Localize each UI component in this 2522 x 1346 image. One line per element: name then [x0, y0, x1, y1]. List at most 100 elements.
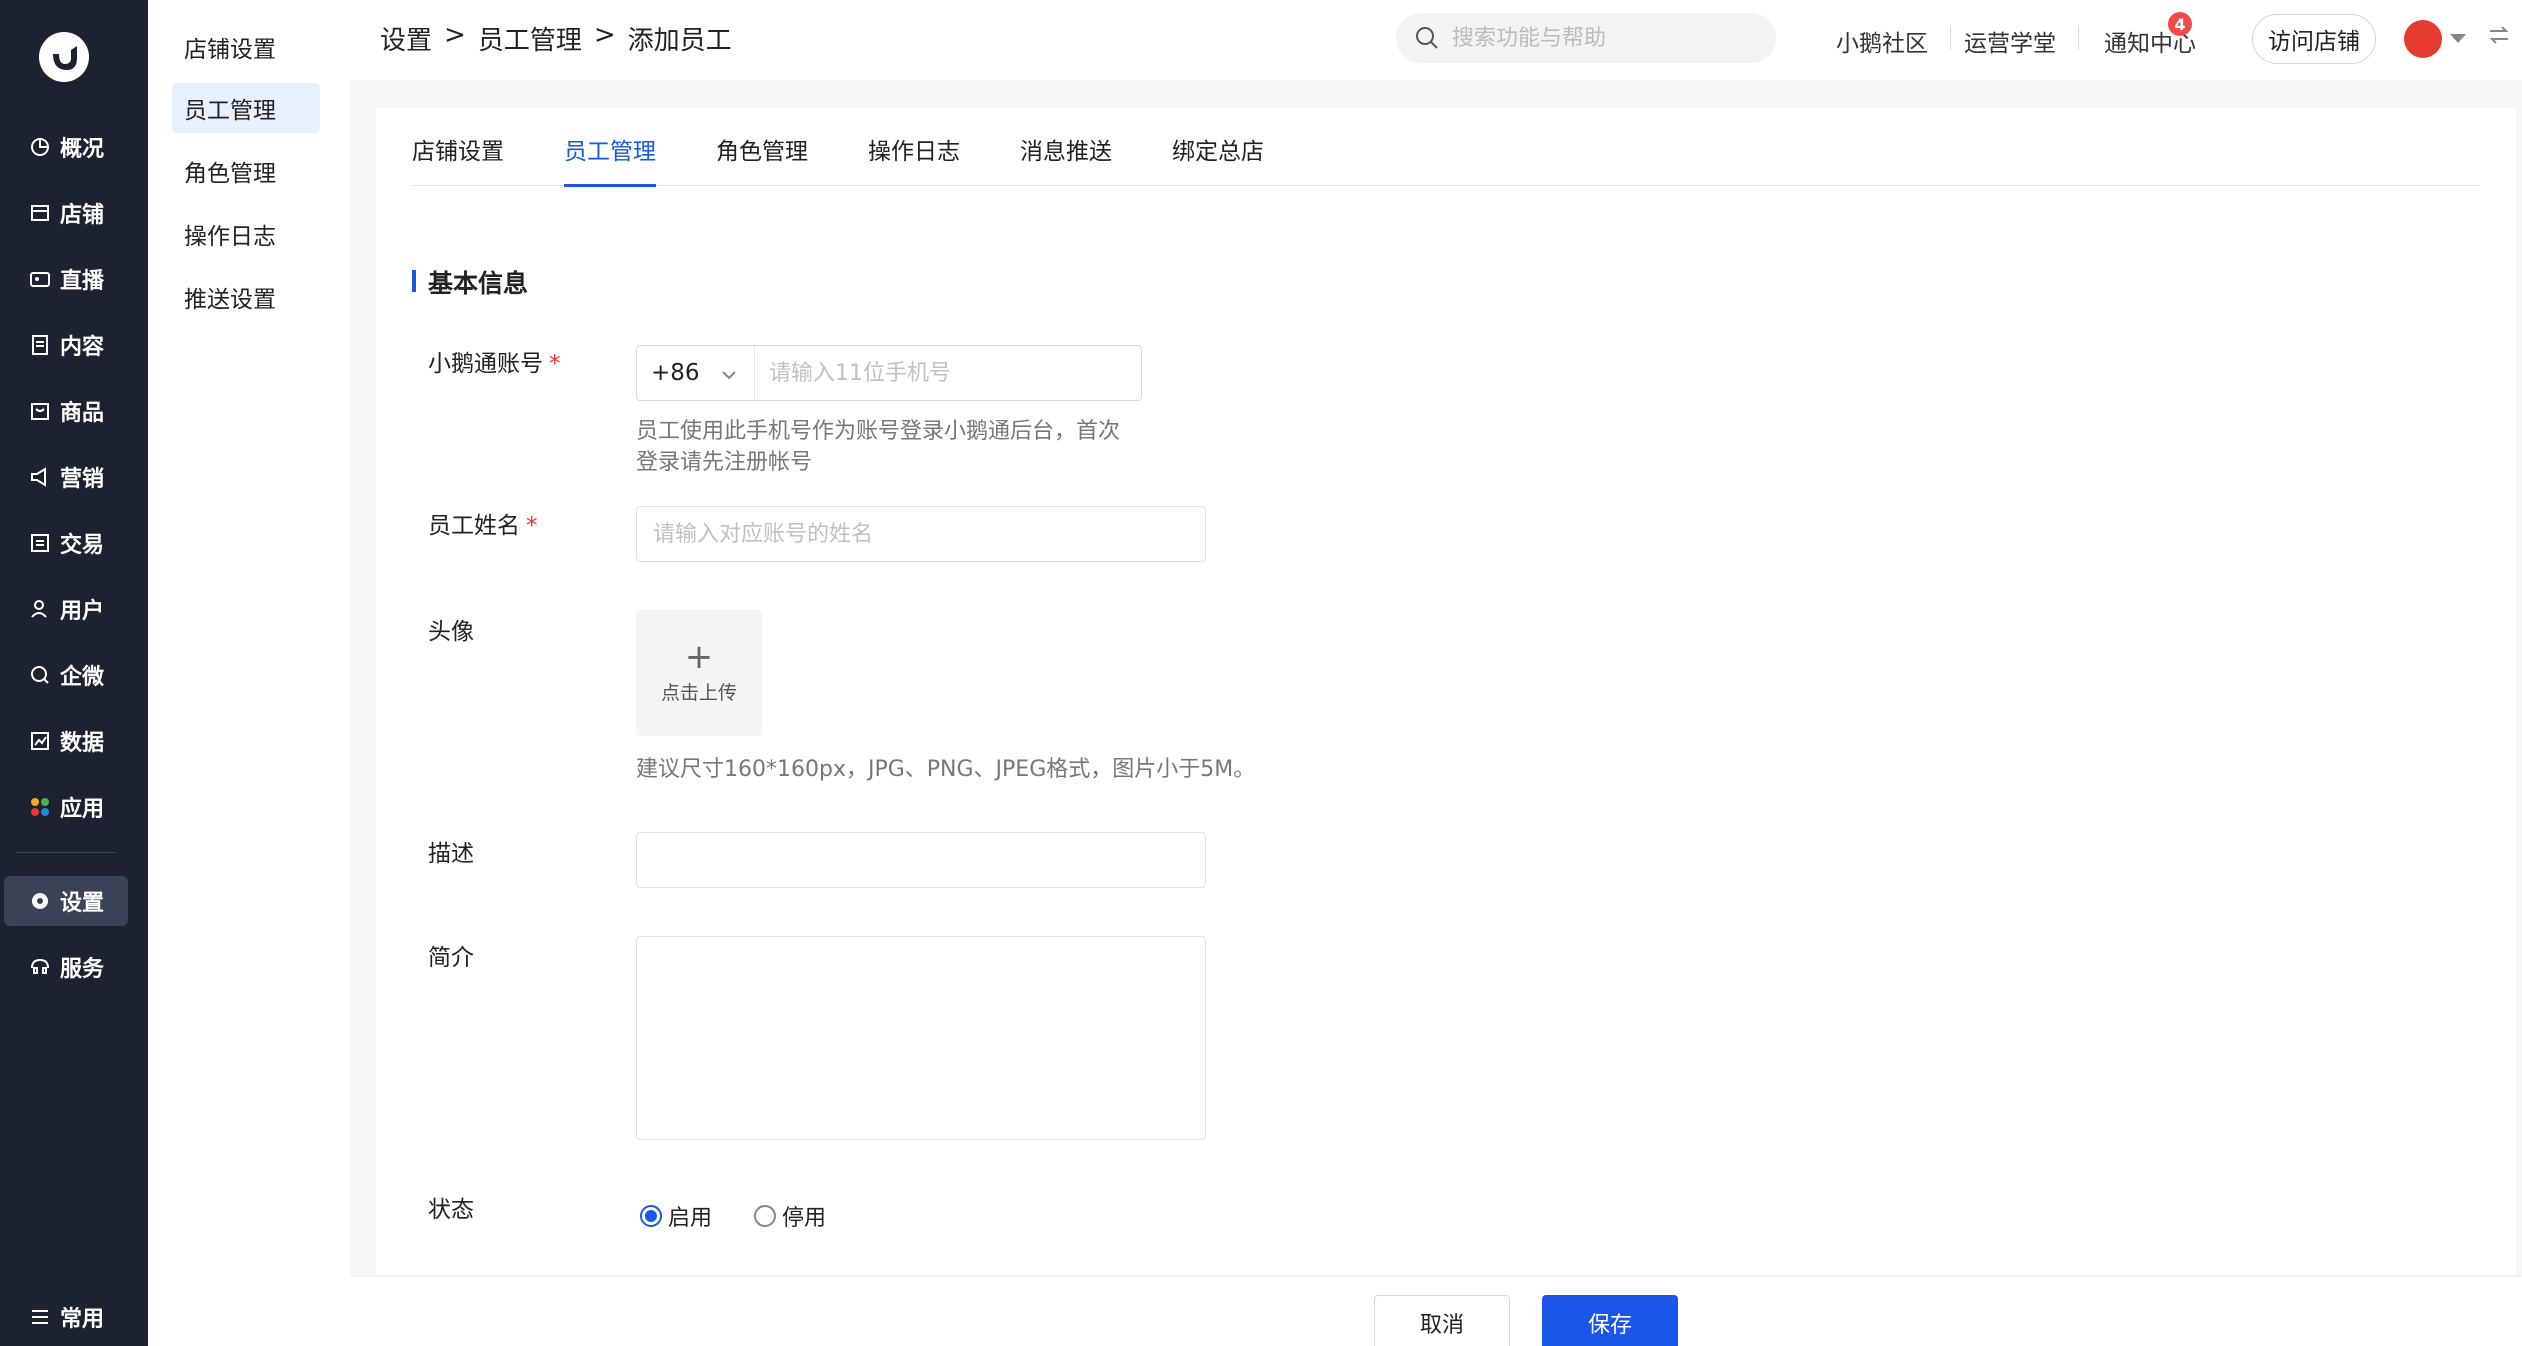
nav-item-label: 店铺	[60, 203, 105, 228]
nav-item-favorites[interactable]: 常用	[4, 1292, 128, 1342]
switch-icon[interactable]	[2486, 22, 2512, 48]
account-label: 小鹅通账号 *	[428, 344, 561, 378]
nav-item-service[interactable]: 服务	[4, 942, 128, 992]
user-icon	[28, 597, 52, 621]
service-icon	[28, 955, 52, 979]
intro-label: 简介	[428, 945, 474, 971]
nav-item-marketing[interactable]: 营销	[4, 452, 128, 502]
overview-icon	[28, 135, 52, 159]
name-input[interactable]	[636, 506, 1206, 562]
logo-icon[interactable]	[39, 32, 89, 82]
nav-item-goods[interactable]: 商品	[4, 386, 128, 436]
subnav-item-store-settings[interactable]: 店铺设置	[172, 22, 320, 72]
breadcrumb-current: 添加员工	[627, 26, 732, 56]
secondary-sidebar: 店铺设置 员工管理 角色管理 操作日志 推送设置	[148, 0, 350, 1346]
footer-bar: 取消 保存	[350, 1276, 2522, 1346]
upload-text: 点击上传	[660, 681, 737, 704]
breadcrumb-separator: >	[593, 20, 616, 50]
top-header: 设置 > 员工管理 > 添加员工 小鹅社区 运营学堂 通知中心 4 访问店铺	[350, 0, 2522, 80]
gear-icon	[28, 889, 52, 913]
chevron-down-icon	[720, 364, 738, 390]
section-title: 基本信息	[412, 264, 528, 300]
notification-badge: 4	[2168, 12, 2192, 36]
chevron-down-icon[interactable]	[2450, 34, 2466, 43]
nav-item-label: 服务	[60, 957, 105, 982]
country-code-select[interactable]: +86	[637, 346, 755, 400]
subnav-item-staff[interactable]: 员工管理	[172, 83, 320, 133]
search-box	[1396, 13, 1776, 63]
content-icon	[28, 333, 52, 357]
save-button[interactable]: 保存	[1542, 1295, 1678, 1346]
tab-push[interactable]: 消息推送	[1020, 132, 1112, 184]
nav-divider	[16, 852, 116, 853]
store-icon	[28, 201, 52, 225]
breadcrumb-staff[interactable]: 员工管理	[478, 20, 582, 57]
nav-item-label: 商品	[60, 401, 105, 426]
cancel-button[interactable]: 取消	[1374, 1295, 1510, 1346]
nav-item-label: 直播	[60, 269, 105, 294]
required-mark: *	[526, 513, 538, 539]
nav-item-wecom[interactable]: 企微	[4, 650, 128, 700]
wecom-icon	[28, 663, 52, 687]
nav-item-overview[interactable]: 概况	[4, 122, 128, 172]
avatar[interactable]	[2404, 20, 2442, 58]
tab-bar: 店铺设置 员工管理 角色管理 操作日志 消息推送 绑定总店	[412, 108, 2480, 187]
tab-store-settings[interactable]: 店铺设置	[412, 132, 504, 184]
intro-textarea[interactable]	[636, 936, 1206, 1140]
nav-item-label: 企微	[60, 665, 105, 690]
status-enabled-radio[interactable]: 启用	[640, 1200, 712, 1232]
nav-item-label: 内容	[60, 335, 105, 360]
nav-item-store[interactable]: 店铺	[4, 188, 128, 238]
community-link[interactable]: 小鹅社区	[1836, 24, 1928, 58]
primary-nav: 概况 店铺 直播 内容 商品 营销 交易 用户 企微 数据 应用 设置 服务 常…	[0, 0, 148, 1346]
tab-logs[interactable]: 操作日志	[868, 132, 960, 184]
header-divider	[1950, 26, 1951, 50]
nav-item-data[interactable]: 数据	[4, 716, 128, 766]
avatar-hint: 建议尺寸160*160px，JPG、PNG、JPEG格式，图片小于5M。	[636, 757, 1256, 782]
nav-item-trade[interactable]: 交易	[4, 518, 128, 568]
avatar-upload-button[interactable]: + 点击上传	[636, 610, 762, 736]
country-code-value: +86	[651, 360, 700, 386]
search-input[interactable]	[1452, 25, 1752, 51]
radio-label: 停用	[782, 1206, 827, 1231]
subnav-item-roles[interactable]: 角色管理	[172, 146, 320, 196]
nav-item-label: 常用	[60, 1307, 105, 1332]
radio-label: 启用	[668, 1206, 713, 1231]
visit-store-button[interactable]: 访问店铺	[2252, 14, 2376, 64]
subnav-item-logs[interactable]: 操作日志	[172, 209, 320, 259]
name-label-text: 员工姓名	[428, 513, 520, 539]
description-label: 描述	[428, 841, 474, 867]
breadcrumb-separator: >	[444, 20, 466, 50]
main-card: 店铺设置 员工管理 角色管理 操作日志 消息推送 绑定总店 基本信息 小鹅通账号…	[376, 108, 2516, 1274]
marketing-icon	[28, 465, 52, 489]
status-disabled-radio[interactable]: 停用	[754, 1200, 826, 1232]
tab-bind-hq[interactable]: 绑定总店	[1172, 132, 1264, 184]
nav-item-label: 应用	[60, 797, 105, 822]
account-hint-line: 员工使用此手机号作为账号登录小鹅通后台，首次	[636, 419, 1121, 444]
breadcrumb-settings[interactable]: 设置	[380, 20, 432, 57]
live-icon	[28, 267, 52, 291]
tab-roles[interactable]: 角色管理	[716, 132, 808, 184]
radio-checked-icon	[640, 1205, 662, 1227]
phone-field: +86	[636, 345, 1142, 401]
avatar-label: 头像	[428, 619, 474, 645]
search-icon	[1414, 25, 1440, 51]
nav-item-apps[interactable]: 应用	[4, 782, 128, 832]
list-icon	[28, 1305, 52, 1329]
academy-link[interactable]: 运营学堂	[1964, 24, 2056, 58]
subnav-item-push[interactable]: 推送设置	[172, 272, 320, 322]
required-mark: *	[549, 351, 561, 377]
nav-item-user[interactable]: 用户	[4, 584, 128, 634]
tab-staff[interactable]: 员工管理	[564, 132, 656, 187]
status-label: 状态	[428, 1197, 474, 1223]
nav-item-live[interactable]: 直播	[4, 254, 128, 304]
nav-item-settings[interactable]: 设置	[4, 876, 128, 926]
account-label-text: 小鹅通账号	[428, 351, 543, 377]
phone-input[interactable]	[755, 360, 1141, 386]
apps-icon	[28, 795, 52, 819]
nav-item-label: 用户	[60, 599, 105, 624]
breadcrumb: 设置 > 员工管理 > 添加员工	[380, 20, 732, 57]
nav-item-content[interactable]: 内容	[4, 320, 128, 370]
nav-item-label: 概况	[60, 137, 105, 162]
description-input[interactable]	[636, 832, 1206, 888]
